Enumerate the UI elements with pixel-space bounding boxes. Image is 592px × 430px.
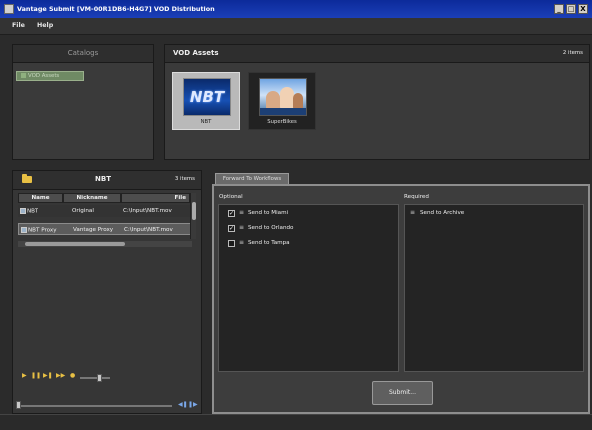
catalog-item-label: VOD Assets bbox=[28, 73, 60, 79]
workflow-label: Send to Orlando bbox=[248, 225, 294, 231]
cell-name: NBT Proxy bbox=[21, 227, 57, 234]
workflow-label: Send to Archive bbox=[420, 210, 465, 216]
workflow-label: Send to Miami bbox=[248, 210, 289, 216]
menu-help[interactable]: Help bbox=[37, 22, 53, 29]
assets-title: VOD Assets bbox=[173, 49, 219, 57]
menu-file[interactable]: File bbox=[12, 22, 25, 29]
status-bar bbox=[0, 414, 592, 430]
cell-file: C:\Input\NBT.mov bbox=[124, 227, 173, 233]
workflow-icon: ≡ bbox=[239, 224, 245, 231]
media-file-icon bbox=[20, 208, 26, 214]
volume-slider-knob[interactable] bbox=[97, 374, 102, 382]
title-bar: Vantage Submit [VM-00R1DB6-H4G7] VOD Dis… bbox=[0, 0, 592, 18]
application-window: Vantage Submit [VM-00R1DB6-H4G7] VOD Dis… bbox=[0, 0, 592, 430]
column-header-name[interactable]: Name bbox=[18, 193, 63, 203]
asset-label: SuperBikes bbox=[267, 119, 297, 125]
asset-thumbnail bbox=[259, 78, 307, 116]
close-button[interactable]: X bbox=[578, 4, 588, 14]
thumbnail-person bbox=[266, 91, 280, 109]
thumbnail-logo-text: NBT bbox=[189, 88, 225, 106]
mark-out-icon[interactable]: ❚▶ bbox=[188, 401, 198, 408]
catalogs-panel: Catalogs bbox=[12, 44, 154, 160]
minimize-button[interactable]: _ bbox=[554, 4, 564, 14]
required-workflows-list bbox=[404, 204, 584, 372]
window-title: Vantage Submit [VM-00R1DB6-H4G7] VOD Dis… bbox=[17, 5, 215, 13]
workflow-icon: ≡ bbox=[239, 209, 245, 216]
cell-nickname: Vantage Proxy bbox=[73, 227, 114, 233]
column-header-nickname[interactable]: Nickname bbox=[63, 193, 121, 203]
assets-header: VOD Assets 2 items bbox=[165, 45, 589, 63]
checkbox[interactable] bbox=[228, 240, 235, 247]
media-file-icon bbox=[21, 227, 27, 233]
frame-step-icon[interactable]: ▶❚ bbox=[43, 372, 53, 379]
optional-label: Optional bbox=[219, 194, 243, 200]
thumbnail-person bbox=[280, 87, 294, 109]
thumbnail-banner bbox=[260, 108, 306, 115]
menu-bar: File Help bbox=[0, 18, 592, 35]
asset-tile-nbt[interactable]: NBT NBT bbox=[172, 72, 240, 130]
details-count: 3 items bbox=[174, 176, 195, 182]
vertical-scrollbar[interactable] bbox=[190, 193, 196, 239]
cell-nickname: Original bbox=[72, 208, 94, 214]
asset-tile-superbikes[interactable]: SuperBikes bbox=[248, 72, 316, 130]
skip-icon[interactable]: ▶▶ bbox=[56, 372, 65, 379]
mark-in-icon[interactable]: ◀❚ bbox=[178, 401, 188, 408]
asset-label: NBT bbox=[200, 119, 212, 125]
optional-workflows-list bbox=[218, 204, 399, 372]
folder-icon bbox=[22, 174, 32, 183]
asset-thumbnail: NBT bbox=[183, 78, 231, 116]
catalog-icon bbox=[21, 73, 26, 78]
maximize-button[interactable]: □ bbox=[566, 4, 576, 14]
thumbnail-person bbox=[293, 93, 303, 109]
table-row[interactable]: NBT Proxy Vantage Proxy C:\Input\NBT.mov bbox=[18, 223, 192, 235]
workflow-icon: ≡ bbox=[410, 209, 416, 216]
volume-slider[interactable] bbox=[80, 377, 110, 379]
catalog-item-vod-assets[interactable]: VOD Assets bbox=[16, 71, 84, 81]
column-header-file[interactable]: File bbox=[121, 193, 190, 203]
workflow-icon: ≡ bbox=[239, 239, 245, 246]
checkbox[interactable]: ✓ bbox=[228, 225, 235, 232]
timeline-slider-knob[interactable] bbox=[16, 401, 21, 409]
details-header: NBT 3 items bbox=[13, 171, 201, 190]
pause-icon[interactable]: ❚❚ bbox=[31, 372, 41, 379]
catalogs-title: Catalogs bbox=[67, 49, 99, 57]
scroll-thumb[interactable] bbox=[192, 202, 196, 220]
scroll-thumb[interactable] bbox=[25, 242, 125, 246]
required-label: Required bbox=[404, 194, 429, 200]
app-icon bbox=[4, 4, 14, 14]
table-row[interactable]: NBT Original C:\Input\NBT.mov bbox=[18, 205, 192, 217]
timeline-slider[interactable] bbox=[18, 405, 172, 407]
cell-file: C:\Input\NBT.mov bbox=[123, 208, 172, 214]
details-title: NBT bbox=[95, 175, 111, 183]
submit-button[interactable]: Submit... bbox=[372, 381, 433, 405]
cell-name: NBT bbox=[20, 208, 38, 215]
assets-count: 2 items bbox=[562, 50, 583, 56]
checkbox[interactable]: ✓ bbox=[228, 210, 235, 217]
play-icon[interactable]: ▶ bbox=[22, 372, 27, 379]
horizontal-scrollbar[interactable] bbox=[18, 241, 192, 247]
catalogs-header: Catalogs bbox=[13, 45, 153, 63]
workflow-label: Send to Tampa bbox=[248, 240, 290, 246]
speaker-icon[interactable]: ● bbox=[70, 372, 75, 379]
